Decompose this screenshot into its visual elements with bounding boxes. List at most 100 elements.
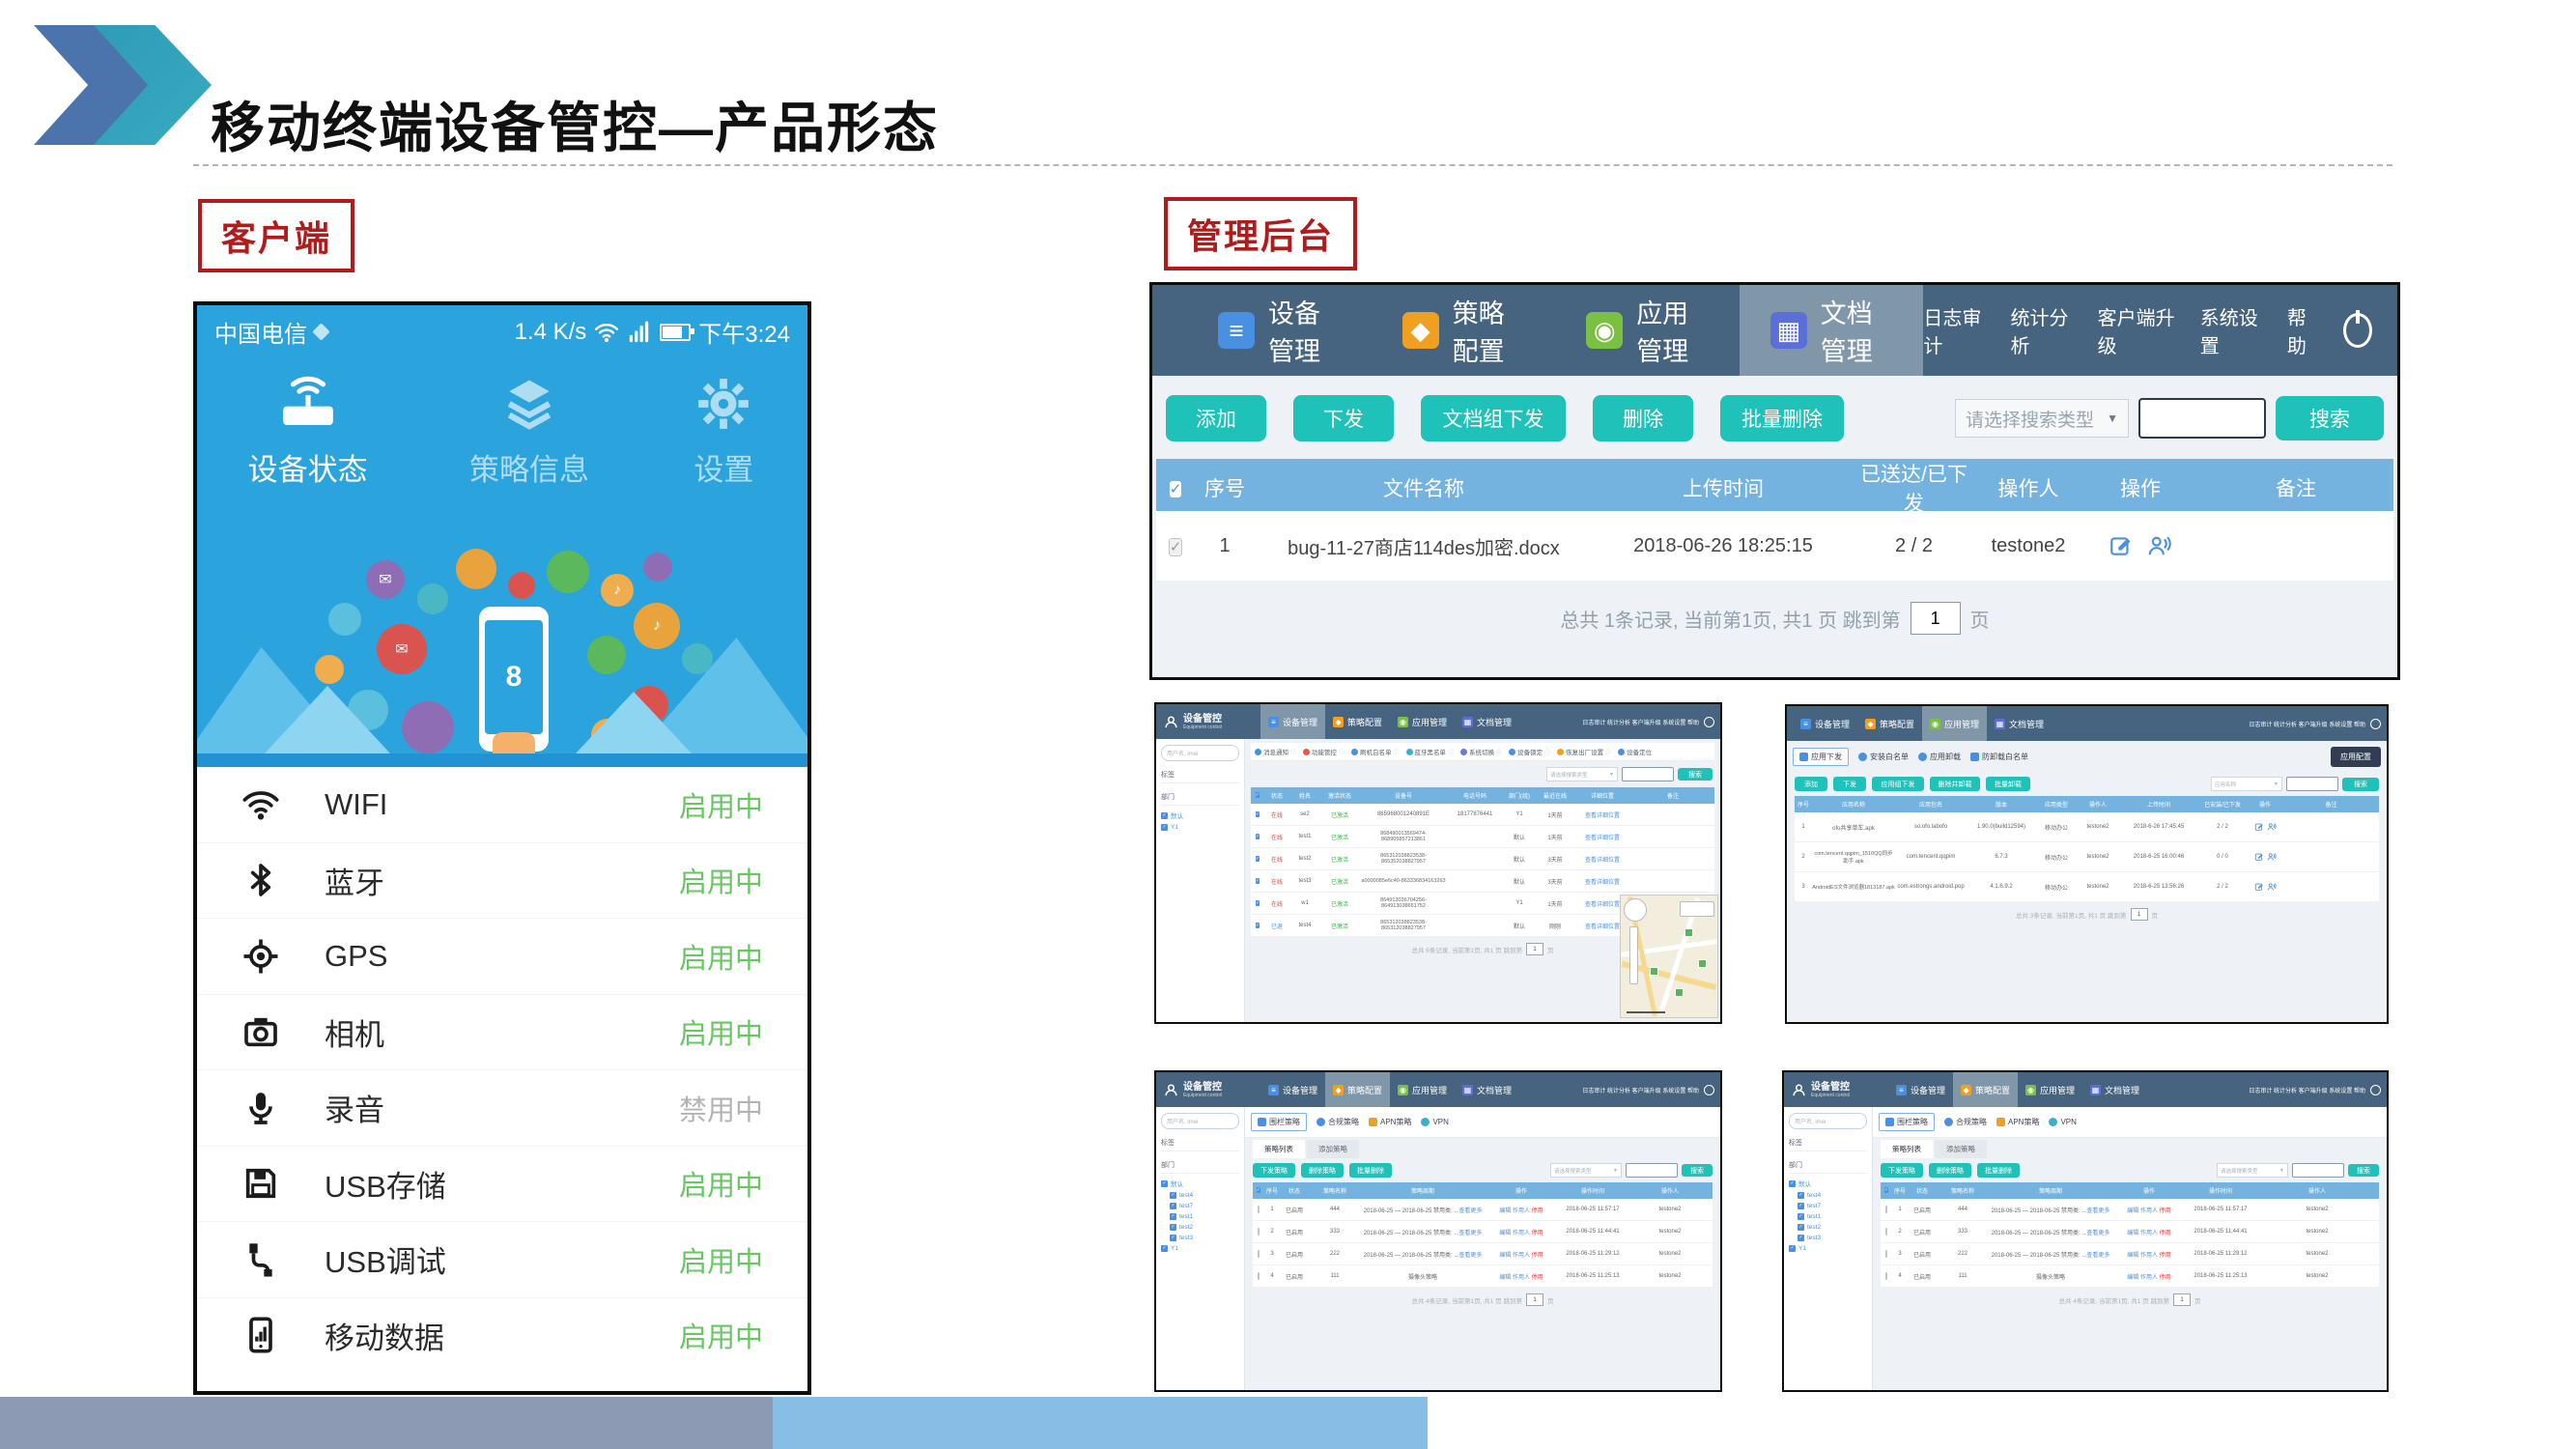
tree-item[interactable]: ✓默认	[1161, 1179, 1239, 1188]
action-chip[interactable]: 消息通知ⓘ	[1255, 747, 1296, 756]
add-button[interactable]: 添加	[1166, 395, 1266, 441]
row-checkbox[interactable]: ✓	[1256, 811, 1260, 817]
delete-button[interactable]: 删除	[1593, 395, 1693, 441]
subtab-app-send[interactable]: 应用下发	[1793, 748, 1849, 766]
action-chip[interactable]: 设备锁定ⓘ	[1509, 747, 1550, 756]
batch-delete-button[interactable]: 批量删除	[1720, 395, 1844, 441]
select-all-checkbox[interactable]: ✓	[1256, 792, 1260, 798]
tree-item[interactable]: ✓Y1	[1789, 1245, 1867, 1252]
view-more-link[interactable]: 查看更多	[2086, 1231, 2109, 1236]
module-tab-device-mgmt[interactable]: ≡ 设备管理	[1187, 285, 1372, 376]
assign-user-icon[interactable]	[2267, 822, 2277, 832]
search-input[interactable]	[1626, 1163, 1678, 1178]
search-type-select[interactable]: 请选择搜索类型▼	[2217, 1163, 2288, 1178]
disable-link[interactable]: 停用	[1532, 1275, 1543, 1281]
add-button[interactable]: 添加	[1795, 777, 1827, 791]
view-more-link[interactable]: 查看更多	[1458, 1253, 1482, 1259]
module-tab-policy-config[interactable]: ◆策略配置	[1857, 706, 1922, 741]
disable-link[interactable]: 停用	[1532, 1253, 1543, 1259]
disable-link[interactable]: 停用	[2160, 1275, 2171, 1281]
page-input[interactable]	[1911, 602, 1961, 635]
tree-item[interactable]: ✓test2	[1170, 1224, 1239, 1231]
action-chip[interactable]: 设备定位	[1618, 747, 1652, 756]
edit-link[interactable]: 编辑	[2127, 1208, 2138, 1214]
app-config-button[interactable]: 应用配置	[2331, 747, 2381, 767]
action-chip[interactable]: 蓝牙黑名单ⓘ	[1406, 747, 1455, 756]
toggle-row-recording[interactable]: 录音 禁用中	[197, 1070, 807, 1147]
search-input[interactable]	[2138, 398, 2266, 439]
subtab-vpn[interactable]: VPN	[2049, 1118, 2076, 1126]
search-input[interactable]	[1622, 767, 1674, 781]
cell-location-link[interactable]: 查看详细位置	[1573, 833, 1631, 841]
toggle-row-camera[interactable]: 相机 启用中	[197, 995, 807, 1071]
module-tab-device-mgmt[interactable]: ≡设备管理	[1793, 706, 1857, 741]
subtab-compliance-policy[interactable]: 合规策略	[1944, 1117, 1987, 1127]
module-tab-policy-config[interactable]: ◆策略配置	[1953, 1072, 2018, 1107]
module-tab-doc-mgmt[interactable]: ▦文档管理	[1455, 704, 1519, 739]
map-zoom-button[interactable]	[1680, 901, 1714, 917]
target-user-link[interactable]: 作用人	[1513, 1231, 1530, 1236]
delete-uninstall-button[interactable]: 删除并卸载	[1930, 777, 1980, 791]
edit-icon[interactable]	[2109, 533, 2134, 558]
module-tab-device-mgmt[interactable]: ≡设备管理	[1260, 1072, 1325, 1107]
disable-link[interactable]: 停用	[2160, 1208, 2171, 1214]
edit-link[interactable]: 编辑	[1499, 1253, 1511, 1259]
tree-item[interactable]: ✓test1	[1798, 1213, 1867, 1220]
view-more-link[interactable]: 查看更多	[2086, 1208, 2109, 1214]
row-checkbox[interactable]: ✓	[1256, 923, 1260, 928]
batch-delete-button[interactable]: 批量删除	[1349, 1163, 1392, 1178]
search-type-select[interactable]: 请选择搜索类型 ▼	[1955, 399, 2129, 438]
module-tab-device-mgmt[interactable]: ≡设备管理	[1888, 1072, 1953, 1107]
subtab-apn-policy[interactable]: APN策略	[1369, 1117, 1411, 1127]
edit-link[interactable]: 编辑	[2127, 1253, 2138, 1259]
subtab-compliance-policy[interactable]: 合规策略	[1316, 1117, 1359, 1127]
nav-link-system-settings[interactable]: 系统设置	[2200, 302, 2262, 358]
subtab-vpn[interactable]: VPN	[1421, 1118, 1448, 1126]
edit-link[interactable]: 编辑	[1499, 1231, 1511, 1236]
target-user-link[interactable]: 作用人	[2140, 1253, 2158, 1259]
disable-link[interactable]: 停用	[1532, 1208, 1543, 1214]
cell-location-link[interactable]: 查看详细位置	[1573, 855, 1631, 864]
view-more-link[interactable]: 查看更多	[1458, 1208, 1482, 1214]
row-checkbox[interactable]	[1258, 1250, 1260, 1258]
cell-location-link[interactable]: 查看详细位置	[1573, 877, 1631, 886]
edit-icon[interactable]	[2254, 882, 2264, 892]
search-type-select[interactable]: 请选择搜索类型▼	[1550, 1163, 1622, 1178]
sidebar-search-input[interactable]: 用户名, imei	[1161, 1113, 1239, 1129]
cell-location-link[interactable]: 查看详细位置	[1573, 810, 1631, 819]
module-tab-app-mgmt[interactable]: ◉应用管理	[1922, 706, 1987, 741]
module-tab-app-mgmt[interactable]: ◉ 应用管理	[1555, 285, 1740, 376]
nav-link-log-audit[interactable]: 日志审计	[1923, 302, 1985, 358]
power-icon[interactable]	[2370, 1085, 2381, 1095]
assign-user-icon[interactable]	[2267, 852, 2277, 862]
row-checkbox[interactable]	[1258, 1272, 1260, 1280]
row-checkbox[interactable]: ✓	[1256, 878, 1260, 884]
target-user-link[interactable]: 作用人	[1513, 1208, 1530, 1214]
row-checkbox[interactable]	[1258, 1228, 1260, 1236]
subtab-app-uninstall[interactable]: 应用卸载	[1918, 752, 1961, 762]
row-checkbox[interactable]: ✓	[1256, 834, 1260, 839]
nav-links[interactable]: 日志审计 统计分析 客户端升级 系统设置 帮助	[2249, 1086, 2365, 1094]
tree-item[interactable]: ✓test4	[1170, 1192, 1239, 1199]
batch-delete-button[interactable]: 批量删除	[1977, 1163, 2020, 1178]
subtab-apn-policy[interactable]: APN策略	[1996, 1117, 2039, 1127]
module-tab-doc-mgmt[interactable]: ▦文档管理	[2082, 1072, 2147, 1107]
toggle-row-gps[interactable]: GPS 启用中	[197, 919, 807, 995]
target-user-link[interactable]: 作用人	[2140, 1231, 2158, 1236]
search-button[interactable]: 搜索	[2348, 1164, 2379, 1177]
subtab-install-whitelist[interactable]: 安装白名单	[1858, 752, 1909, 762]
inner-tab-policy-list[interactable]: 策略列表	[1253, 1140, 1305, 1158]
row-checkbox[interactable]: ✓	[1256, 856, 1260, 862]
batch-uninstall-button[interactable]: 批量卸载	[1986, 777, 2030, 791]
nav-link-help[interactable]: 帮助	[2287, 302, 2318, 358]
group-send-button[interactable]: 文档组下发	[1421, 395, 1566, 441]
module-tab-app-mgmt[interactable]: ◉应用管理	[1390, 1072, 1455, 1107]
map-pan-control[interactable]	[1624, 898, 1647, 922]
select-all-checkbox[interactable]: ✓	[1257, 1187, 1260, 1193]
search-button[interactable]: 搜索	[1682, 1164, 1713, 1177]
row-checkbox[interactable]	[1885, 1206, 1887, 1213]
nav-link-statistics[interactable]: 统计分析	[2011, 302, 2073, 358]
tab-policy-info[interactable]: 策略信息	[469, 374, 589, 489]
select-all-checkbox[interactable]: ✓	[1884, 1187, 1888, 1193]
nav-links[interactable]: 日志审计 统计分析 客户端升级 系统设置 帮助	[1582, 718, 1699, 726]
